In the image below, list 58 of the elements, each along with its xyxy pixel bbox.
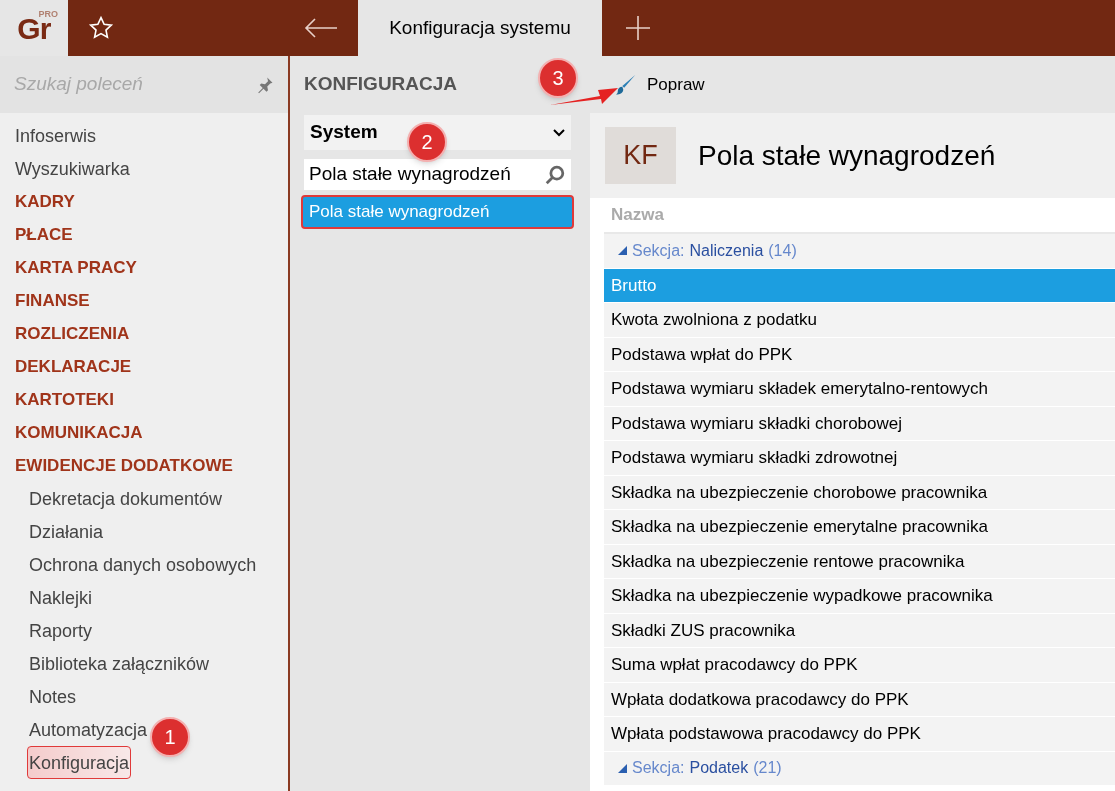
sidebar-item[interactable]: Działania (27, 515, 106, 548)
star-icon[interactable] (88, 15, 114, 41)
group-label: Sekcja: (632, 758, 685, 779)
edit-button[interactable]: Popraw (615, 71, 705, 98)
sidebar-item[interactable]: KARTOTEKI (13, 383, 116, 416)
back-arrow-icon[interactable] (304, 18, 338, 38)
plus-icon[interactable] (626, 16, 650, 40)
sidebar-item[interactable]: Biblioteka załączników (27, 647, 212, 680)
search-icon[interactable] (544, 163, 566, 186)
sidebar-item[interactable]: KADRY (13, 185, 77, 218)
sidebar-item[interactable]: KARTA PRACY (13, 251, 139, 284)
group-count: (14) (768, 240, 797, 261)
table-row[interactable]: Składka na ubezpieczenie emerytalne pracownika (604, 510, 1115, 545)
table-row[interactable]: Składka na ubezpieczenie wypadkowe pracownika (604, 579, 1115, 614)
chevron-down-icon (553, 128, 565, 137)
sidebar-item[interactable]: Automatyzacja (27, 713, 150, 746)
sidebar-item[interactable]: ROZLICZENIA (13, 317, 132, 350)
initials-avatar: KF (605, 127, 676, 184)
sidebar-item[interactable]: Raporty (27, 614, 95, 647)
sidebar-item[interactable]: FINANSE (13, 284, 92, 317)
table-row[interactable]: Składka na ubezpieczenie rentowe pracownika (604, 544, 1115, 579)
section-heading: KONFIGURACJA (304, 72, 458, 97)
record-title: Pola stałe wynagrodzeń (698, 138, 996, 173)
sidebar-item[interactable]: Ochrona danych osobowych (27, 548, 259, 581)
sidebar-item[interactable]: Naklejki (27, 581, 95, 614)
sidebar-item[interactable]: KOMUNIKACJA (13, 416, 145, 449)
table-row[interactable]: Wpłata dodatkowa pracodawcy do PPK (604, 682, 1115, 717)
command-search-field[interactable]: Szukaj poleceń (0, 56, 288, 113)
search-field[interactable]: Szukaj poleceń (14, 70, 234, 99)
search-input[interactable]: Pola stałe wynagrodzeń (309, 160, 534, 189)
group-count: (21) (753, 758, 782, 779)
table-row[interactable]: Składki ZUS pracownika (604, 613, 1115, 648)
group-row[interactable]: Sekcja: Podatek (21) (604, 751, 1115, 786)
expand-triangle-icon (618, 763, 627, 773)
table-row[interactable]: Podstawa wymiaru składki chorobowej (604, 406, 1115, 441)
table-row[interactable]: Podstawa wpłat do PPK (604, 337, 1115, 372)
sidebar-item[interactable]: DEKLARACJE (13, 350, 134, 383)
table-row[interactable]: Podstawa wymiaru składek emerytalno-rentowych (604, 372, 1115, 407)
expand-triangle-icon (618, 246, 627, 256)
sidebar-item[interactable]: Infoserwis (13, 119, 99, 152)
table-row[interactable]: Podstawa wymiaru składki zdrowotnej (604, 441, 1115, 476)
table-row[interactable]: Kwota zwolniona z podatku (604, 303, 1115, 338)
sidebar-item[interactable]: PŁACE (13, 218, 75, 251)
search-field[interactable]: Pola stałe wynagrodzeń (304, 159, 571, 190)
sidebar-item[interactable]: Wyszukiwarka (13, 152, 132, 185)
table-row[interactable]: Wpłata podstawowa pracodawcy do PPK (604, 717, 1115, 752)
group-row[interactable]: Sekcja: Naliczenia (14) (604, 234, 1115, 269)
table-row[interactable]: Składka na ubezpieczenie chorobowe pracownika (604, 475, 1115, 510)
pin-icon[interactable] (256, 75, 274, 94)
paintbrush-icon (615, 73, 637, 96)
sidebar-item[interactable]: Notes (27, 680, 79, 713)
group-label: Sekcja: (632, 240, 685, 261)
sidebar-item[interactable]: Konfiguracja (27, 746, 132, 779)
sidebar-item[interactable]: Dekretacja dokumentów (27, 482, 225, 515)
sidebar-item[interactable]: EWIDENCJE DODATKOWE (13, 449, 235, 482)
table-row[interactable]: Suma wpłat pracodawcy do PPK (604, 648, 1115, 683)
group-name: Podatek (689, 758, 749, 779)
group-name: Naliczenia (689, 240, 764, 261)
